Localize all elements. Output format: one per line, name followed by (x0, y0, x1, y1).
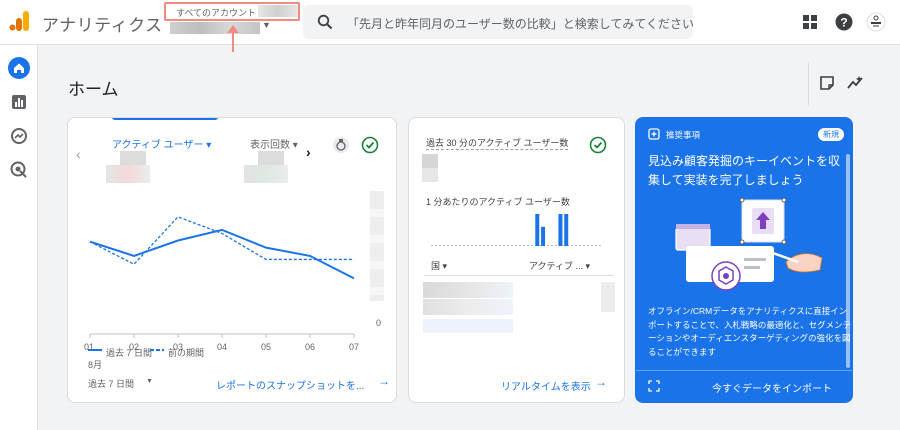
redacted-value (244, 165, 288, 183)
arrow-right-icon[interactable]: → (378, 374, 390, 388)
redacted-value (422, 168, 438, 182)
recommendation-title: 見込み顧客発掘のキーイベントを収集して実装を完了しましょう (648, 154, 841, 187)
y-axis-zero: 0 (376, 318, 382, 328)
x-tick-label: 04 (217, 342, 227, 352)
col-country[interactable]: 国 ▾ (431, 259, 447, 272)
chevron-down-icon[interactable]: ▼ (146, 378, 153, 385)
report-snapshot-link[interactable]: レポートのスナップショットを... (216, 377, 364, 392)
legend-solid-swatch (88, 349, 102, 351)
check-circle-icon (361, 136, 379, 154)
left-nav (0, 45, 38, 430)
search-input[interactable]: 「先月と昨年同月のユーザー数の比較」と検索してみてください (347, 15, 694, 32)
redacted-value (258, 151, 284, 165)
search-icon (317, 14, 333, 30)
realtime-bar (535, 214, 540, 246)
import-illustration (675, 197, 823, 291)
realtime-card: 過去 30 分のアクティブ ユーザー数 1 分あたりのアクティブ ユーザー数 国… (408, 117, 625, 403)
legend-current: 過去 7 日間 (106, 348, 153, 358)
recommendation-card[interactable]: 推奨事項 新規 見込み顧客発掘のキーイベントを収集して実装を完了しましょう オフ… (635, 117, 853, 403)
home-icon (14, 63, 24, 73)
x-tick-label: 06 (305, 342, 315, 352)
redacted-value (601, 282, 615, 312)
account-name-redacted (258, 5, 298, 17)
redacted-row (423, 282, 513, 298)
redacted-value (106, 165, 150, 183)
series-line-current (89, 228, 355, 280)
arrow-right-icon[interactable]: → (595, 375, 607, 389)
metric-views[interactable]: 表示回数 ▾ (250, 136, 298, 151)
redacted-value (422, 154, 438, 168)
app-name: アナリティクス (42, 16, 163, 35)
legend-dashed-swatch (150, 349, 164, 351)
svg-text:?: ? (840, 16, 847, 30)
expand-icon[interactable] (648, 380, 660, 392)
top-bar: アナリティクス すべてのアカウント › ▼ 「先月と昨年同月のユーザー数の比較」… (0, 0, 900, 52)
feedback-icon[interactable] (818, 74, 836, 92)
advertising-icon[interactable] (8, 159, 30, 181)
redacted-value (120, 151, 146, 165)
realtime-bar (558, 214, 563, 246)
chevron-down-icon[interactable]: ▼ (262, 20, 271, 30)
overview-card: ‹ アクティブ ユーザー ▾ 表示回数 ▾ › 01 02 03 04 05 06 07 0… (67, 117, 397, 403)
recommendation-icon (648, 128, 660, 140)
realtime-title: 過去 30 分のアクティブ ユーザー数 (426, 138, 569, 150)
search-bar[interactable]: 「先月と昨年同月のユーザー数の比較」と検索してみてください (303, 5, 694, 39)
account-breadcrumb[interactable]: すべてのアカウント › (176, 6, 262, 19)
x-tick-label: 05 (261, 342, 271, 352)
check-circle-icon (589, 136, 607, 154)
metric-active-users[interactable]: アクティブ ユーザー ▾ (112, 136, 211, 151)
annotation-arrow-head (227, 25, 239, 33)
avatar[interactable] (866, 12, 886, 32)
recommendation-label: 推奨事項 (666, 130, 701, 140)
x-axis-month: 8月 (88, 360, 103, 370)
anomaly-icon[interactable] (332, 136, 350, 154)
col-active-users[interactable]: アクティブ ... ▾ (529, 259, 590, 272)
legend-previous: 前の期間 (168, 348, 205, 358)
divider (808, 62, 809, 106)
redacted-row (423, 319, 513, 333)
new-badge: 新規 (818, 128, 844, 141)
realtime-bar (541, 226, 546, 246)
active-tab-indicator (112, 118, 218, 120)
x-tick-label: 07 (349, 342, 359, 352)
per-minute-label: 1 分あたりのアクティブ ユーザー数 (426, 197, 570, 207)
date-range-selector[interactable]: 過去 7 日間 (88, 377, 134, 390)
analytics-logo-icon[interactable] (9, 10, 31, 32)
property-name-redacted[interactable] (170, 22, 260, 34)
view-realtime-link[interactable]: リアルタイムを表示 (501, 378, 591, 393)
scrollbar[interactable] (846, 154, 850, 368)
help-icon[interactable]: ? (834, 12, 854, 32)
explore-icon[interactable] (8, 125, 30, 147)
chevron-left-icon[interactable]: ‹ (76, 146, 81, 162)
import-data-button[interactable]: 今すぐデータをインポート (712, 380, 832, 395)
realtime-bar (564, 214, 569, 246)
insights-icon[interactable] (846, 74, 864, 92)
apps-grid-icon[interactable] (800, 12, 820, 32)
page-title: ホーム (68, 80, 119, 99)
divider (424, 275, 614, 276)
nav-home[interactable] (8, 57, 30, 79)
divider (636, 370, 852, 371)
recommendation-body: オフライン/CRMデータをアナリティクスに直接インポートすることで、入札戦略の最… (648, 306, 852, 357)
reports-icon[interactable] (8, 91, 30, 113)
chevron-right-icon[interactable]: › (306, 144, 311, 160)
redacted-row (423, 299, 513, 315)
realtime-bar-chart (431, 214, 603, 246)
